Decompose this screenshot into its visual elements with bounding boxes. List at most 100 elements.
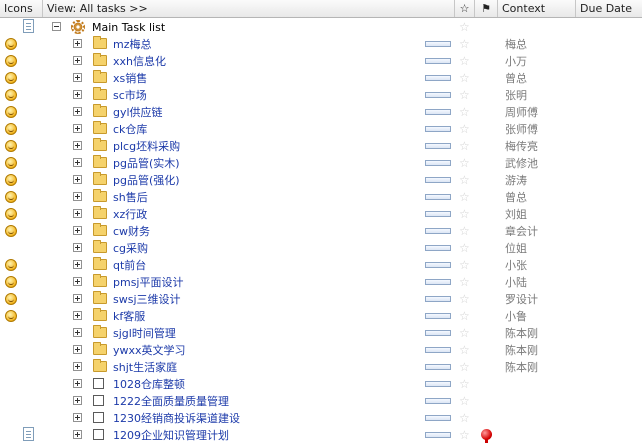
task-row[interactable]: pg品管(实木) ☆ 武修池 bbox=[0, 155, 642, 172]
expand-toggle[interactable] bbox=[73, 379, 82, 388]
task-row[interactable]: qt前台 ☆ 小张 bbox=[0, 257, 642, 274]
progress-bar[interactable] bbox=[425, 194, 451, 200]
task-row[interactable]: 1209企业知识管理计划 ☆ bbox=[0, 427, 642, 444]
column-header-star[interactable]: ☆ bbox=[455, 0, 475, 17]
expand-toggle[interactable] bbox=[73, 243, 82, 252]
star-icon[interactable]: ☆ bbox=[459, 376, 470, 393]
expand-toggle[interactable] bbox=[73, 294, 82, 303]
smiley-status-icon[interactable] bbox=[5, 38, 17, 50]
task-row[interactable]: 1028仓库整顿 ☆ bbox=[0, 376, 642, 393]
smiley-status-icon[interactable] bbox=[5, 123, 17, 135]
expand-toggle[interactable] bbox=[73, 73, 82, 82]
smiley-status-icon[interactable] bbox=[5, 208, 17, 220]
star-icon[interactable]: ☆ bbox=[459, 359, 470, 376]
expand-toggle[interactable] bbox=[73, 107, 82, 116]
expand-toggle[interactable] bbox=[73, 209, 82, 218]
expand-toggle[interactable] bbox=[73, 430, 82, 439]
root-task-list-name[interactable]: Main Task list bbox=[92, 19, 165, 36]
progress-bar[interactable] bbox=[425, 262, 451, 268]
collapse-toggle[interactable] bbox=[52, 22, 61, 31]
star-icon[interactable]: ☆ bbox=[459, 325, 470, 342]
progress-bar[interactable] bbox=[425, 415, 451, 421]
task-checkbox[interactable] bbox=[93, 429, 104, 440]
star-icon[interactable]: ☆ bbox=[459, 87, 470, 104]
task-row[interactable]: pg品管(强化) ☆ 游涛 bbox=[0, 172, 642, 189]
column-header-due-date[interactable]: Due Date bbox=[576, 0, 642, 17]
smiley-status-icon[interactable] bbox=[5, 259, 17, 271]
star-icon[interactable]: ☆ bbox=[459, 274, 470, 291]
smiley-status-icon[interactable] bbox=[5, 55, 17, 67]
progress-bar[interactable] bbox=[425, 41, 451, 47]
star-icon[interactable]: ☆ bbox=[459, 257, 470, 274]
expand-toggle[interactable] bbox=[73, 90, 82, 99]
task-name[interactable]: qt前台 bbox=[113, 257, 146, 274]
star-icon[interactable]: ☆ bbox=[459, 223, 470, 240]
progress-bar[interactable] bbox=[425, 160, 451, 166]
task-name[interactable]: xs销售 bbox=[113, 70, 147, 87]
progress-bar[interactable] bbox=[425, 109, 451, 115]
task-row[interactable]: shjt生活家庭 ☆ 陈本刚 bbox=[0, 359, 642, 376]
root-row[interactable]: Main Task list ☆ bbox=[0, 19, 642, 36]
task-name[interactable]: kf客服 bbox=[113, 308, 145, 325]
star-icon[interactable]: ☆ bbox=[459, 410, 470, 427]
expand-toggle[interactable] bbox=[73, 175, 82, 184]
star-icon[interactable]: ☆ bbox=[459, 121, 470, 138]
red-flag-pin-icon[interactable] bbox=[481, 429, 492, 443]
star-icon[interactable]: ☆ bbox=[459, 19, 470, 36]
expand-toggle[interactable] bbox=[73, 39, 82, 48]
smiley-status-icon[interactable] bbox=[5, 293, 17, 305]
star-icon[interactable]: ☆ bbox=[459, 70, 470, 87]
progress-bar[interactable] bbox=[425, 432, 451, 438]
progress-bar[interactable] bbox=[425, 143, 451, 149]
star-icon[interactable]: ☆ bbox=[459, 291, 470, 308]
progress-bar[interactable] bbox=[425, 279, 451, 285]
task-row[interactable]: sjgl时间管理 ☆ 陈本刚 bbox=[0, 325, 642, 342]
smiley-status-icon[interactable] bbox=[5, 310, 17, 322]
task-name[interactable]: plcg坯料采购 bbox=[113, 138, 180, 155]
progress-bar[interactable] bbox=[425, 381, 451, 387]
expand-toggle[interactable] bbox=[73, 328, 82, 337]
column-header-icons[interactable]: Icons bbox=[0, 0, 43, 17]
task-row[interactable]: 1230经销商投诉渠道建设 ☆ bbox=[0, 410, 642, 427]
task-row[interactable]: kf客服 ☆ 小鲁 bbox=[0, 308, 642, 325]
task-row[interactable]: pmsj平面设计 ☆ 小陆 bbox=[0, 274, 642, 291]
task-name[interactable]: shjt生活家庭 bbox=[113, 359, 177, 376]
progress-bar[interactable] bbox=[425, 211, 451, 217]
task-name[interactable]: 1222全面质量质量管理 bbox=[113, 393, 229, 410]
task-name[interactable]: 1028仓库整顿 bbox=[113, 376, 185, 393]
task-name[interactable]: pmsj平面设计 bbox=[113, 274, 184, 291]
smiley-status-icon[interactable] bbox=[5, 276, 17, 288]
star-icon[interactable]: ☆ bbox=[459, 342, 470, 359]
expand-toggle[interactable] bbox=[73, 413, 82, 422]
progress-bar[interactable] bbox=[425, 177, 451, 183]
task-row[interactable]: sc市场 ☆ 张明 bbox=[0, 87, 642, 104]
column-header-flag[interactable]: ⚑ bbox=[475, 0, 498, 17]
star-icon[interactable]: ☆ bbox=[459, 206, 470, 223]
note-document-icon[interactable] bbox=[23, 19, 34, 33]
expand-toggle[interactable] bbox=[73, 260, 82, 269]
expand-toggle[interactable] bbox=[73, 277, 82, 286]
task-name[interactable]: sjgl时间管理 bbox=[113, 325, 176, 342]
star-icon[interactable]: ☆ bbox=[459, 308, 470, 325]
task-name[interactable]: xz行政 bbox=[113, 206, 147, 223]
task-row[interactable]: gyl供应链 ☆ 周师傅 bbox=[0, 104, 642, 121]
expand-toggle[interactable] bbox=[73, 141, 82, 150]
task-row[interactable]: xs销售 ☆ 曾总 bbox=[0, 70, 642, 87]
task-row[interactable]: ck仓库 ☆ 张师傅 bbox=[0, 121, 642, 138]
task-row[interactable]: cg采购 ☆ 位姐 bbox=[0, 240, 642, 257]
task-row[interactable]: sh售后 ☆ 曾总 bbox=[0, 189, 642, 206]
star-icon[interactable]: ☆ bbox=[459, 189, 470, 206]
star-icon[interactable]: ☆ bbox=[459, 104, 470, 121]
expand-toggle[interactable] bbox=[73, 158, 82, 167]
task-checkbox[interactable] bbox=[93, 412, 104, 423]
task-name[interactable]: pg品管(强化) bbox=[113, 172, 180, 189]
task-name[interactable]: cw财务 bbox=[113, 223, 150, 240]
star-icon[interactable]: ☆ bbox=[459, 172, 470, 189]
view-selector[interactable]: View: All tasks >> bbox=[43, 0, 455, 17]
task-checkbox[interactable] bbox=[93, 378, 104, 389]
task-row[interactable]: 1222全面质量质量管理 ☆ bbox=[0, 393, 642, 410]
task-name[interactable]: ck仓库 bbox=[113, 121, 147, 138]
smiley-status-icon[interactable] bbox=[5, 225, 17, 237]
task-row[interactable]: mz梅总 ☆ 梅总 bbox=[0, 36, 642, 53]
task-row[interactable]: ywxx英文学习 ☆ 陈本刚 bbox=[0, 342, 642, 359]
